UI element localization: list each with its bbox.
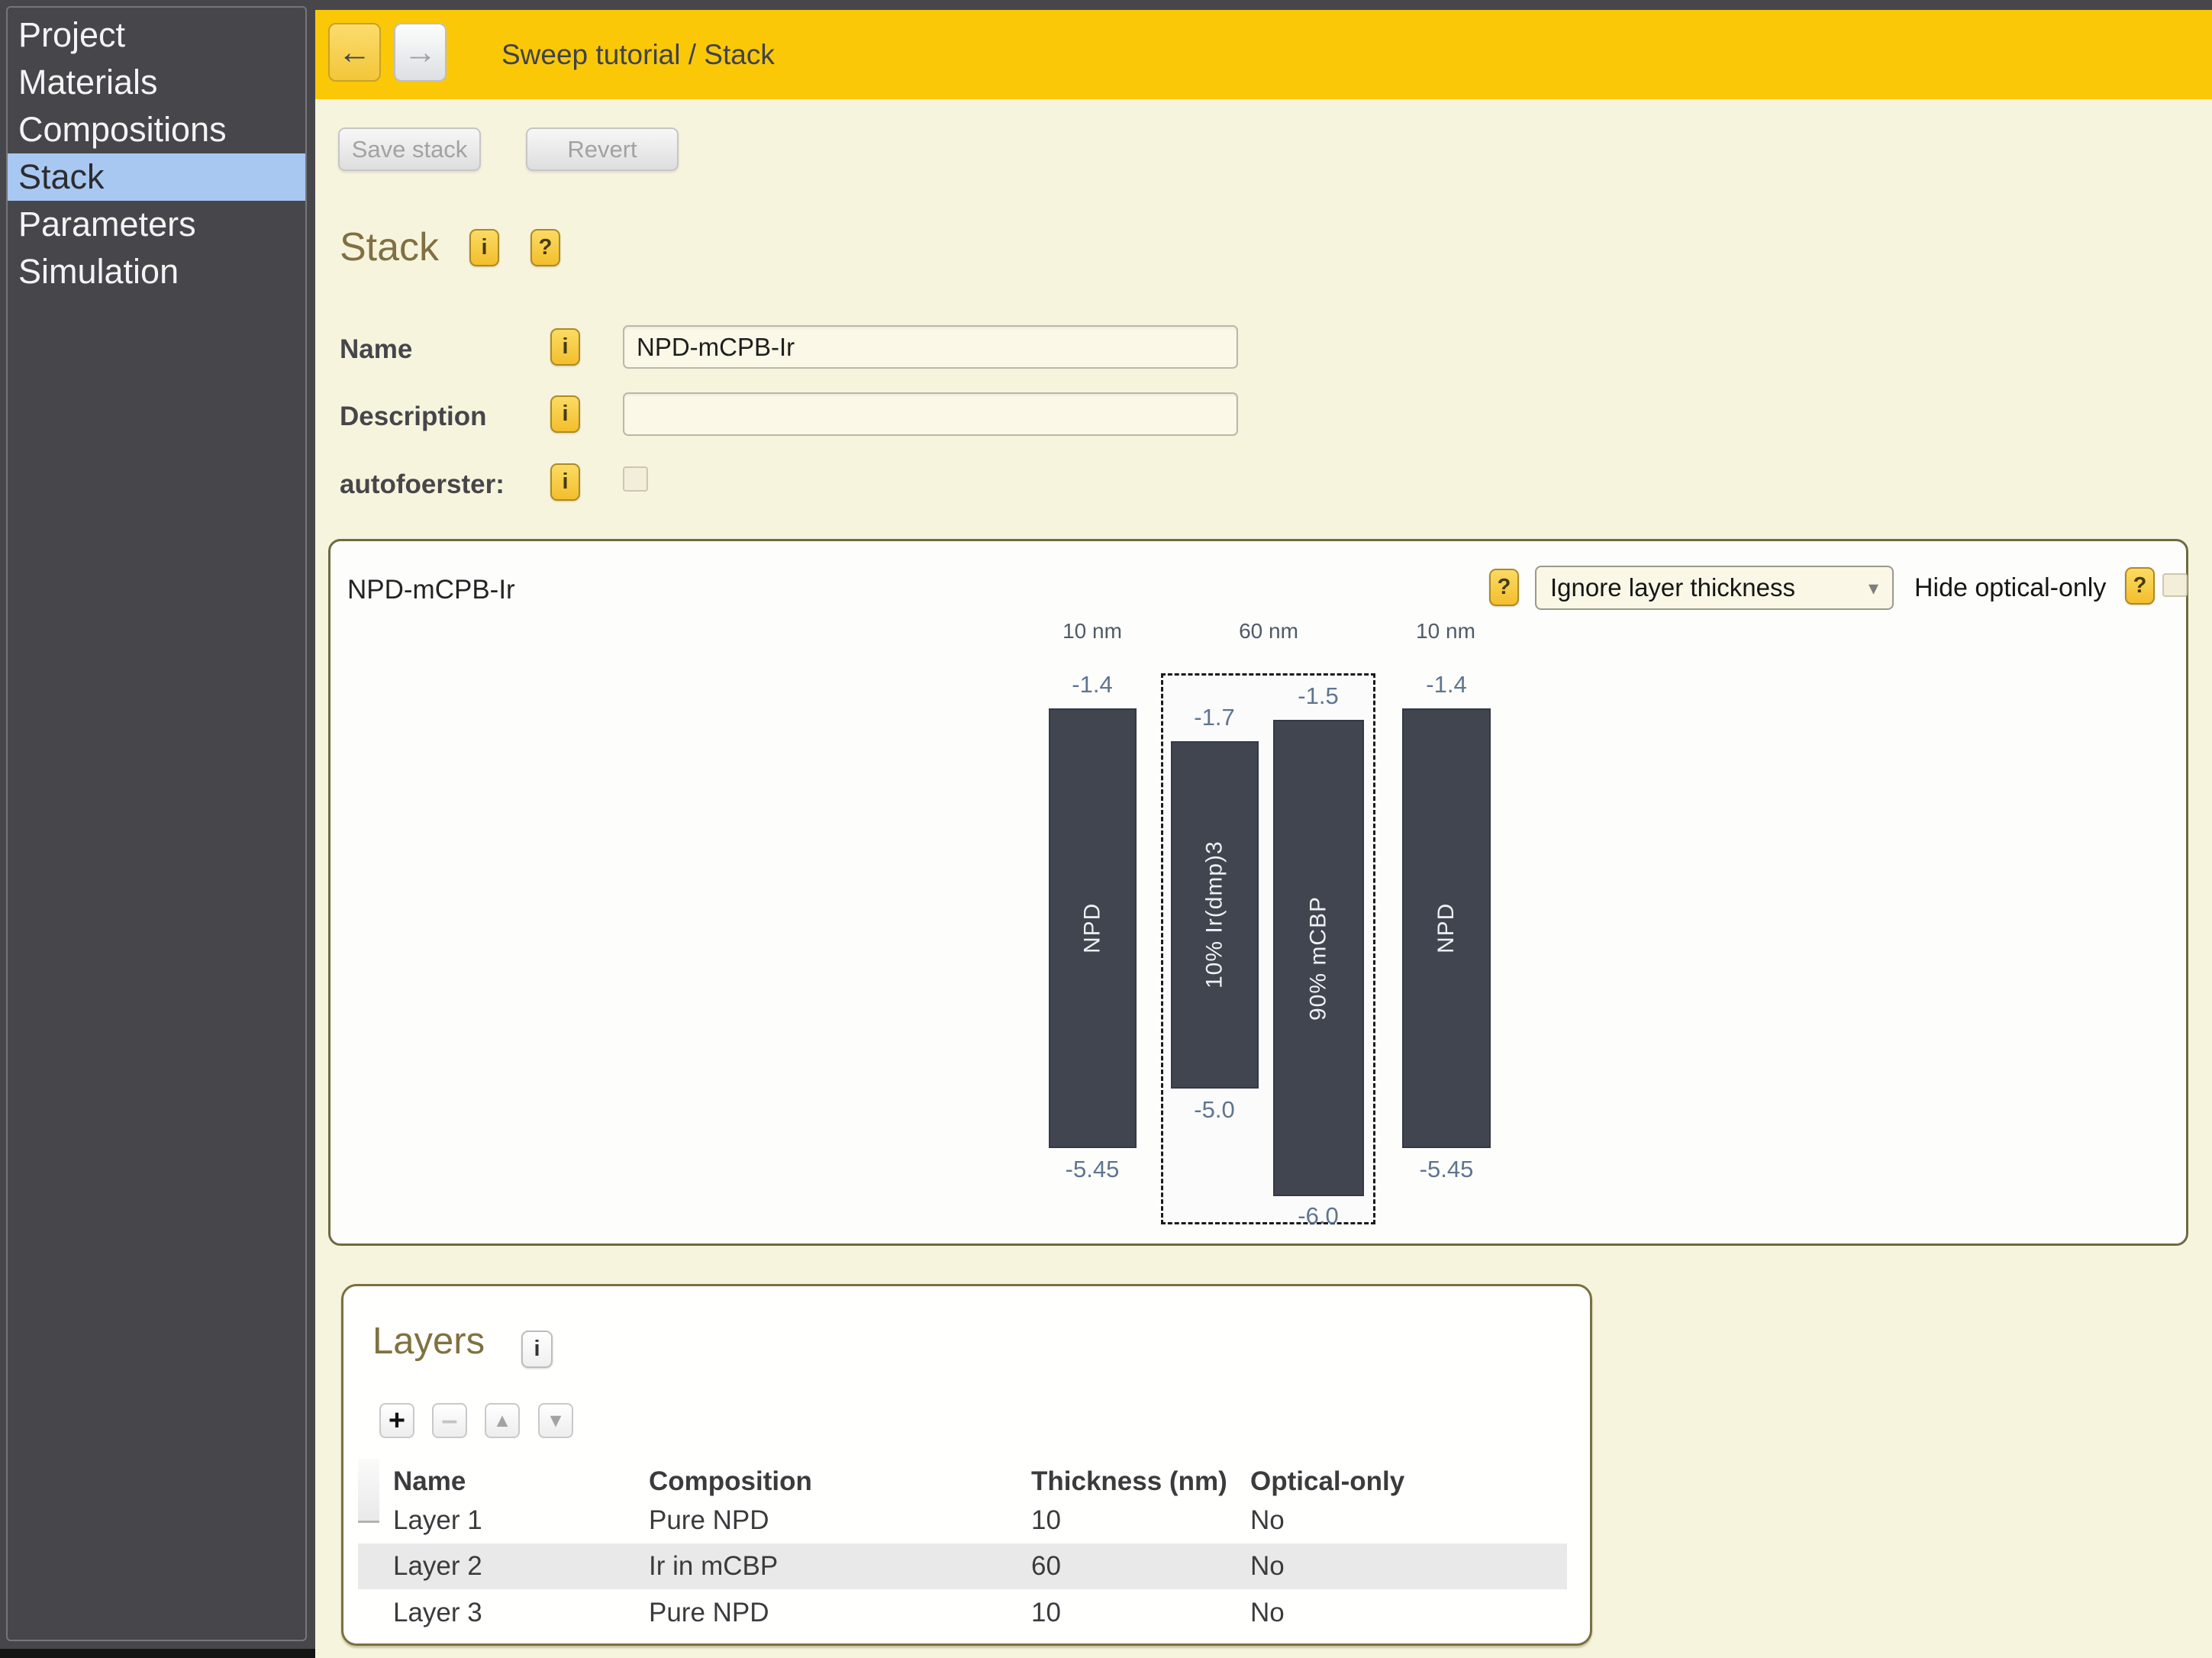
energy-bottom-npd-left: -5.45 (1031, 1156, 1153, 1183)
cell-name: Layer 2 (393, 1551, 649, 1582)
table-row-layer3[interactable]: Layer 3 Pure NPD 10 No (358, 1590, 1567, 1636)
hide-optical-only-help-icon[interactable]: ? (2125, 567, 2155, 605)
cell-optical-only: No (1250, 1551, 1567, 1582)
cell-composition: Pure NPD (649, 1505, 1031, 1536)
thickness-mode-value: Ignore layer thickness (1550, 573, 1795, 602)
cell-thickness: 10 (1031, 1598, 1250, 1628)
autofoerster-checkbox[interactable] (623, 466, 648, 492)
energy-top-npd-right: -1.4 (1385, 671, 1507, 698)
cell-optical-only: No (1250, 1598, 1567, 1628)
hide-optical-only-label: Hide optical-only (1914, 573, 2106, 603)
page-title: Stack (340, 224, 439, 270)
description-field[interactable] (623, 392, 1238, 436)
cell-optical-only: No (1250, 1505, 1567, 1536)
window-top-strip (0, 0, 2212, 10)
energy-bottom-npd-right: -5.45 (1385, 1156, 1507, 1183)
energy-bottom-mcbp: -6.0 (1257, 1202, 1379, 1230)
energy-top-mcbp: -1.5 (1257, 682, 1379, 710)
cell-name: Layer 1 (393, 1505, 649, 1536)
chevron-down-icon: ▾ (1869, 576, 1878, 600)
cell-thickness: 10 (1031, 1505, 1250, 1536)
thickness-label-layer1: 10 nm (1016, 619, 1169, 644)
sidebar-item-stack[interactable]: Stack (8, 153, 305, 201)
app-window: Project Materials Compositions Stack Par… (0, 0, 2212, 1658)
back-arrow-icon: ← (338, 34, 372, 72)
energy-bar-mcbp[interactable]: 90% mCBP (1273, 720, 1364, 1196)
name-info-icon[interactable]: i (550, 328, 580, 366)
thickness-label-layer2: 60 nm (1192, 619, 1345, 644)
name-field[interactable] (623, 325, 1238, 369)
stack-info-icon[interactable]: i (469, 229, 499, 266)
cell-name: Layer 3 (393, 1598, 649, 1628)
table-row-layer1[interactable]: Layer 1 Pure NPD 10 No (358, 1498, 1567, 1543)
cell-thickness: 60 (1031, 1551, 1250, 1582)
sidebar-item-simulation[interactable]: Simulation (8, 248, 305, 295)
stack-diagram-panel: NPD-mCPB-Ir ? Ignore layer thickness ▾ H… (328, 539, 2188, 1246)
remove-layer-button[interactable]: – (432, 1403, 467, 1438)
header-thickness: Thickness (nm) (1031, 1466, 1250, 1497)
move-layer-up-button[interactable]: ▲ (485, 1403, 520, 1438)
stack-help-icon[interactable]: ? (530, 229, 560, 266)
back-button[interactable]: ← (328, 23, 381, 82)
layers-panel: Layers i + – ▲ ▼ Name Composition Thickn… (341, 1284, 1592, 1646)
forward-arrow-icon: → (404, 34, 437, 72)
energy-bar-npd-left[interactable]: NPD (1049, 708, 1137, 1148)
hide-optical-only-checkbox[interactable] (2162, 573, 2188, 597)
energy-bar-npd-right-label: NPD (1404, 710, 1489, 1147)
revert-button[interactable]: Revert (526, 127, 679, 171)
energy-bar-irdmp3-label: 10% Ir(dmp)3 (1172, 743, 1257, 1087)
energy-top-npd-left: -1.4 (1031, 671, 1153, 698)
sidebar-bottom-strip (0, 1649, 315, 1658)
add-layer-button[interactable]: + (379, 1403, 414, 1438)
description-info-icon[interactable]: i (550, 395, 580, 433)
breadcrumb: Sweep tutorial / Stack (501, 10, 775, 99)
energy-bar-irdmp3[interactable]: 10% Ir(dmp)3 (1171, 741, 1259, 1089)
header-optical-only: Optical-only (1250, 1466, 1567, 1497)
sidebar-nav: Project Materials Compositions Stack Par… (6, 6, 307, 1641)
table-row-layer2[interactable]: Layer 2 Ir in mCBP 60 No (358, 1543, 1567, 1589)
header-bar: ← → Sweep tutorial / Stack (315, 10, 2212, 99)
description-label: Description (340, 402, 487, 432)
layers-info-icon[interactable]: i (521, 1331, 553, 1368)
sidebar-item-project[interactable]: Project (8, 11, 305, 59)
name-label: Name (340, 334, 412, 365)
layers-title: Layers (372, 1320, 485, 1363)
energy-bar-npd-right[interactable]: NPD (1402, 708, 1491, 1148)
cell-composition: Pure NPD (649, 1598, 1031, 1628)
sidebar: Project Materials Compositions Stack Par… (0, 0, 315, 1649)
sidebar-item-parameters[interactable]: Parameters (8, 201, 305, 248)
energy-bar-npd-left-label: NPD (1050, 710, 1135, 1147)
autofoerster-label: autofoerster: (340, 469, 505, 500)
thickness-mode-help-icon[interactable]: ? (1489, 569, 1519, 606)
save-stack-button[interactable]: Save stack (338, 127, 481, 171)
energy-bar-mcbp-label: 90% mCBP (1275, 721, 1362, 1195)
sidebar-item-materials[interactable]: Materials (8, 59, 305, 106)
autofoerster-info-icon[interactable]: i (550, 463, 580, 501)
energy-bottom-irdmp3: -5.0 (1153, 1096, 1275, 1124)
move-layer-down-button[interactable]: ▼ (538, 1403, 573, 1438)
thickness-label-layer3: 10 nm (1369, 619, 1522, 644)
cell-composition: Ir in mCBP (649, 1551, 1031, 1582)
sidebar-item-compositions[interactable]: Compositions (8, 106, 305, 153)
header-composition: Composition (649, 1466, 1031, 1497)
thickness-mode-dropdown[interactable]: Ignore layer thickness ▾ (1535, 566, 1894, 610)
forward-button[interactable]: → (394, 23, 447, 82)
stack-panel-title: NPD-mCPB-Ir (347, 575, 515, 605)
header-name: Name (393, 1466, 649, 1497)
